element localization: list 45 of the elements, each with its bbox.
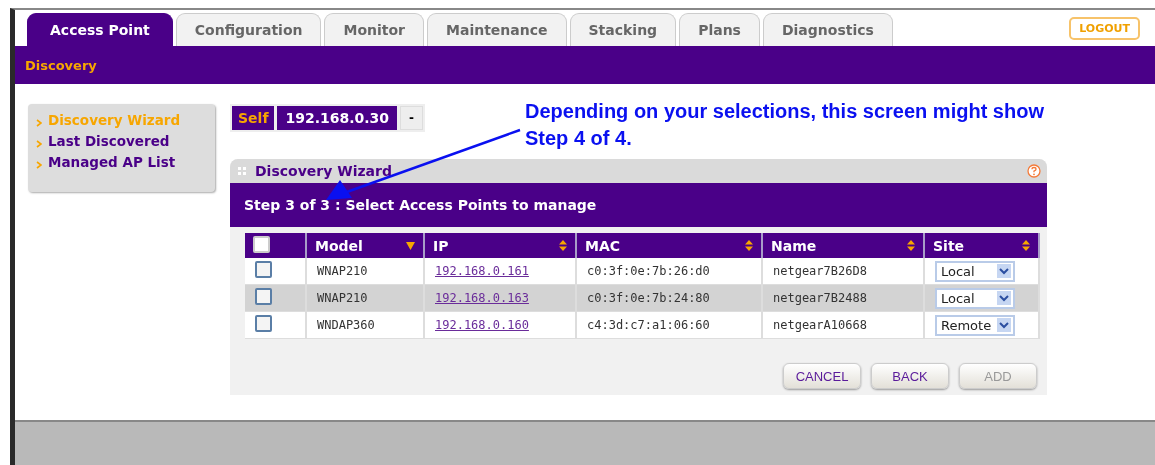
sidebar-item[interactable]: Managed AP List (48, 154, 176, 170)
nav-tab[interactable]: Monitor (324, 13, 424, 46)
device-ip: 192.168.0.30 (277, 106, 398, 130)
name-text: netgear7B2488 (773, 291, 867, 305)
nav-tab[interactable]: Plans (679, 13, 760, 46)
collapse-button[interactable]: - (400, 106, 424, 130)
nav-tab[interactable]: Diagnostics (762, 13, 893, 46)
help-icon[interactable] (1027, 164, 1041, 178)
mac-text: c0:3f:0e:7b:24:80 (587, 291, 710, 305)
name-text: netgearA10668 (773, 318, 867, 332)
row-checkbox[interactable] (255, 288, 272, 305)
device-label: Self (232, 106, 275, 130)
column-header[interactable]: Site (924, 233, 1039, 258)
model-text: WNAP210 (317, 264, 368, 278)
model-text: WNAP210 (317, 291, 368, 305)
name-text: netgear7B26D8 (773, 264, 867, 278)
select-all-checkbox[interactable] (253, 235, 270, 253)
annotation-text: Depending on your selections, this screen might show Step 4 of 4. (525, 99, 1045, 151)
row-checkbox[interactable] (255, 261, 272, 278)
wizard-button[interactable]: CANCEL (783, 363, 861, 389)
column-header[interactable]: Model (306, 233, 424, 258)
chevron-icon (36, 140, 42, 148)
column-header[interactable]: Name (762, 233, 924, 258)
panel-title: Discovery Wizard (255, 163, 393, 179)
mac-text: c0:3f:0e:7b:26:d0 (587, 264, 710, 278)
site-dropdown[interactable]: Local (935, 260, 1015, 282)
row-checkbox[interactable] (255, 315, 272, 332)
step-title: Step 3 of 3 : Select Access Points to manage (244, 197, 597, 213)
chevron-icon (36, 161, 42, 169)
drag-handle-icon[interactable] (238, 167, 246, 175)
column-header[interactable]: IP (424, 233, 576, 258)
wizard-button[interactable]: BACK (871, 363, 949, 389)
nav-tab[interactable]: Access Point (27, 13, 173, 46)
mac-text: c4:3d:c7:a1:06:60 (587, 318, 710, 332)
model-text: WNDAP360 (317, 318, 375, 332)
nav-tab[interactable]: Configuration (175, 13, 322, 46)
sidebar-item[interactable]: Last Discovered (48, 133, 170, 149)
nav-tab[interactable]: Stacking (569, 13, 677, 46)
section-title: Discovery (25, 57, 97, 73)
nav-tab[interactable]: Maintenance (427, 13, 567, 46)
column-header[interactable]: MAC (576, 233, 762, 258)
wizard-button: ADD (959, 363, 1037, 389)
site-dropdown[interactable]: Local (935, 287, 1015, 309)
chevron-icon (36, 119, 42, 127)
site-dropdown[interactable]: Remote (935, 314, 1015, 336)
